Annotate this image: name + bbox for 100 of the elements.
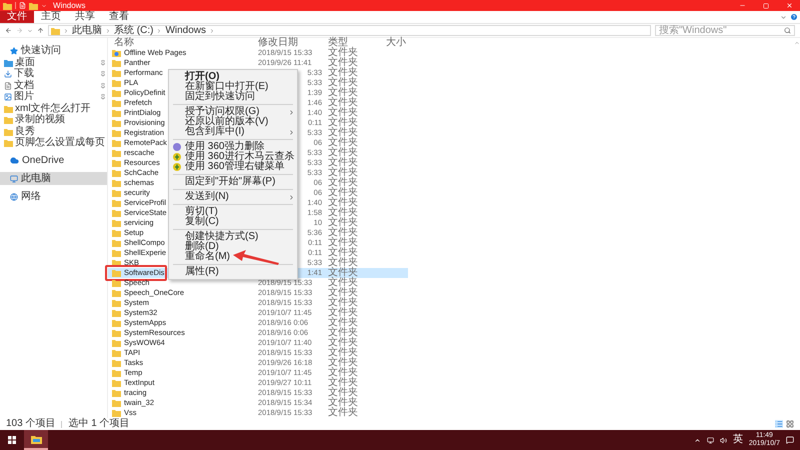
cloud-icon: [10, 156, 19, 165]
document-icon: [4, 82, 12, 90]
type-cell: 文件夹: [328, 378, 358, 388]
menu-item[interactable]: 使用 360强力删除: [169, 142, 297, 152]
folder-icon: [30, 434, 42, 444]
up-icon[interactable]: [37, 27, 44, 34]
pin-icon[interactable]: [100, 82, 106, 89]
menu-item[interactable]: 属性(R): [169, 267, 297, 277]
tray-expand-icon[interactable]: [694, 436, 701, 444]
type-cell: 文件夹: [328, 178, 358, 188]
sidebar-item[interactable]: 图片: [0, 92, 107, 103]
web-folder-icon: [112, 49, 121, 57]
type-cell: 文件夹: [328, 298, 358, 308]
menu-item[interactable]: 剪切(T): [169, 207, 297, 217]
pin-icon[interactable]: [100, 71, 106, 78]
menu-item[interactable]: 授予访问权限(G): [169, 107, 297, 117]
new-folder-icon: [29, 2, 38, 10]
item-count: 103 个项目: [6, 419, 56, 429]
back-icon[interactable]: [5, 27, 12, 34]
type-cell: 文件夹: [328, 48, 358, 58]
type-cell: 文件夹: [328, 268, 358, 278]
notification-icon[interactable]: [786, 436, 794, 444]
type-cell: 文件夹: [328, 198, 358, 208]
details-view-icon[interactable]: [775, 420, 783, 428]
volume-icon[interactable]: [720, 436, 727, 444]
chevron-right-icon: [105, 28, 111, 34]
window-title: Windows: [53, 2, 86, 10]
close-icon[interactable]: [786, 2, 793, 9]
download-icon: [4, 70, 12, 78]
folder-icon: [51, 26, 60, 34]
folder-icon: [4, 58, 13, 67]
type-cell: 文件夹: [328, 118, 358, 128]
column-header[interactable]: 类型: [328, 38, 386, 48]
type-cell: 文件夹: [328, 88, 358, 98]
tiles-view-icon[interactable]: [786, 420, 794, 428]
type-cell: 文件夹: [328, 308, 358, 318]
type-cell: 文件夹: [328, 358, 358, 368]
taskbar-button[interactable]: [24, 430, 48, 450]
menu-item[interactable]: 在新窗口中打开(E): [169, 82, 297, 92]
network-icon[interactable]: [706, 436, 714, 444]
menu-item[interactable]: 使用 360进行木马云查杀: [169, 152, 297, 162]
menu-item[interactable]: 重命名(M): [169, 252, 297, 262]
sidebar-item[interactable]: 良秀: [0, 126, 107, 138]
type-cell: 文件夹: [328, 288, 358, 298]
sidebar-item[interactable]: 文档: [0, 80, 107, 92]
type-cell: 文件夹: [328, 388, 358, 398]
sidebar-item[interactable]: 页脚怎么设置成每页: [0, 138, 107, 149]
type-cell: 文件夹: [328, 398, 358, 408]
type-cell: 文件夹: [328, 188, 358, 198]
ribbon-tab[interactable]: 查看: [102, 11, 136, 23]
menu-item[interactable]: 固定到"开始"屏幕(P): [169, 177, 297, 187]
type-cell: 文件夹: [328, 158, 358, 168]
menu-item[interactable]: 使用 360管理右键菜单: [169, 162, 297, 172]
type-cell: 文件夹: [328, 108, 358, 118]
sidebar-item[interactable]: 此电脑: [0, 172, 107, 185]
sidebar-item[interactable]: 下载: [0, 68, 107, 80]
column-header[interactable]: 名称: [108, 38, 258, 48]
pin-icon[interactable]: [100, 94, 106, 100]
type-cell: 文件夹: [328, 168, 358, 178]
menu-item[interactable]: 包含到库中(I): [169, 127, 297, 137]
type-cell: 文件夹: [328, 368, 358, 378]
path-segment[interactable]: 系统 (C:): [114, 26, 154, 36]
menu-item[interactable]: 复制(C): [169, 217, 297, 227]
type-cell: 文件夹: [328, 208, 358, 218]
type-cell: 文件夹: [328, 58, 358, 68]
ribbon-tab[interactable]: 文件: [0, 11, 34, 23]
sidebar-item[interactable]: xml文件怎么打开: [0, 103, 107, 114]
menu-item[interactable]: 固定到快速访问: [169, 92, 297, 102]
type-cell: 文件夹: [328, 258, 358, 268]
network-icon: [10, 192, 18, 200]
sidebar-item[interactable]: OneDrive: [0, 154, 107, 167]
ribbon-tab[interactable]: 主页: [34, 11, 68, 23]
expand-ribbon-icon[interactable]: [780, 14, 787, 20]
sidebar-item[interactable]: 网络: [0, 190, 107, 203]
input-method[interactable]: 英: [732, 435, 743, 445]
properties-icon[interactable]: [19, 2, 26, 9]
menu-item[interactable]: 发送到(N): [169, 192, 297, 202]
pin-icon[interactable]: [100, 60, 106, 66]
path-segment[interactable]: Windows: [165, 26, 206, 36]
menu-item[interactable]: 打开(O): [169, 72, 297, 82]
path-segment[interactable]: 此电脑: [72, 26, 102, 36]
menu-item[interactable]: 删除(D): [169, 242, 297, 252]
menu-item[interactable]: 创建快捷方式(S): [169, 232, 297, 242]
sidebar-item[interactable]: 桌面: [0, 57, 107, 68]
menu-item[interactable]: 还原以前的版本(V): [169, 117, 297, 127]
ribbon-tab[interactable]: 共享: [68, 11, 102, 23]
column-header[interactable]: 修改日期: [258, 38, 328, 48]
search-field[interactable]: 搜索"Windows": [655, 25, 795, 36]
sidebar-item[interactable]: 快速访问: [0, 44, 107, 57]
help-icon[interactable]: [790, 13, 798, 21]
address-field[interactable]: 此电脑 系统 (C:) Windows: [48, 25, 651, 36]
type-cell: 文件夹: [328, 218, 358, 228]
type-cell: 文件夹: [328, 328, 358, 338]
sidebar-item[interactable]: 录制的视频: [0, 114, 107, 126]
maximize-icon[interactable]: [763, 2, 769, 8]
selection-count: 选中 1 个项目: [68, 419, 130, 429]
column-header[interactable]: 大小: [386, 38, 426, 48]
type-cell: 文件夹: [328, 128, 358, 138]
type-cell: 文件夹: [328, 68, 358, 78]
search-icon: [784, 27, 791, 34]
